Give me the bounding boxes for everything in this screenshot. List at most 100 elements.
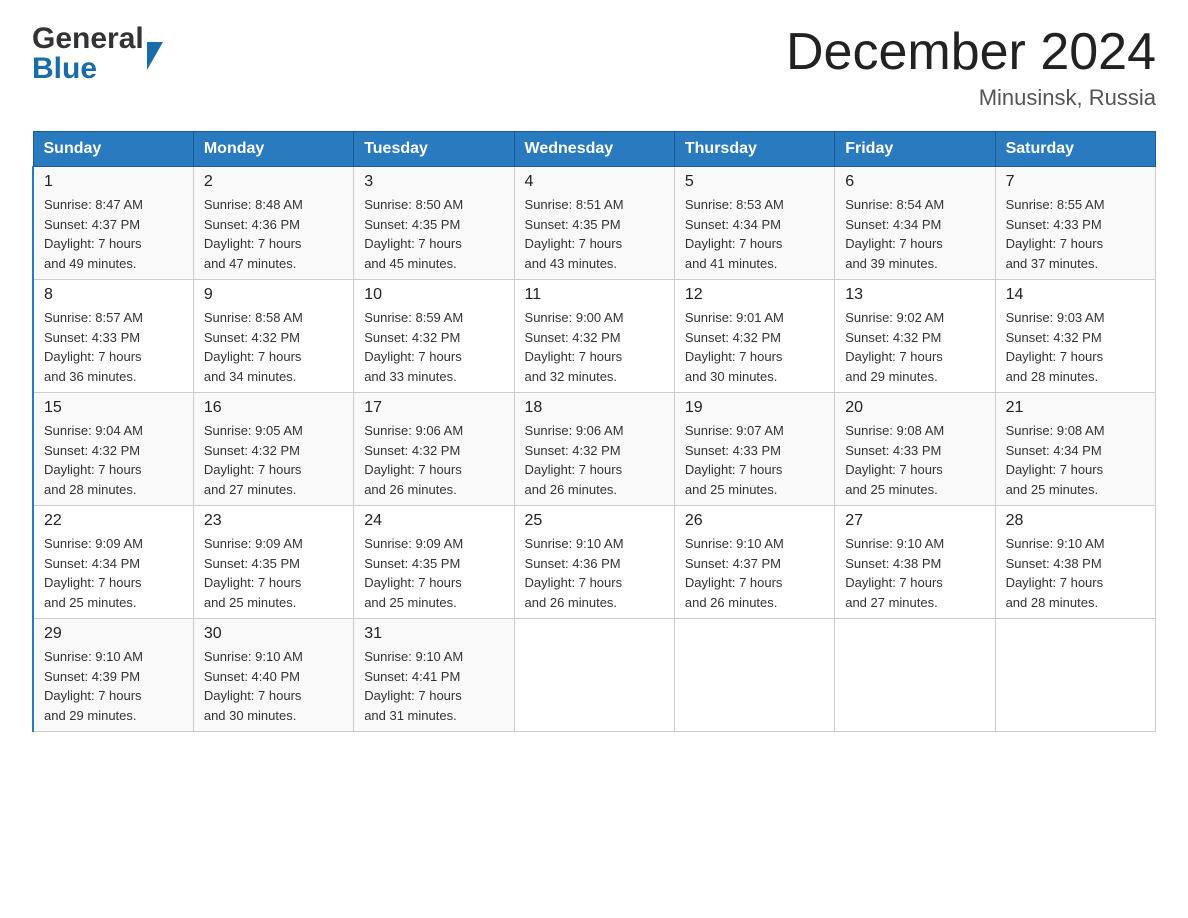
table-row: 31 Sunrise: 9:10 AM Sunset: 4:41 PM Dayli… (354, 619, 514, 732)
table-row: 19Sunrise: 9:07 AM Sunset: 4:33 PM Dayli… (674, 393, 834, 506)
day-info: Sunrise: 8:57 AM Sunset: 4:33 PM Dayligh… (44, 308, 183, 386)
col-monday: Monday (193, 132, 353, 167)
day-number: 24 (364, 512, 503, 530)
table-row: 10 Sunrise: 8:59 AM Sunset: 4:32 PM Dayli… (354, 280, 514, 393)
day-number: 14 (1006, 286, 1145, 304)
day-info: Sunrise: 9:05 AM Sunset: 4:32 PM Dayligh… (204, 421, 343, 499)
day-info: Sunrise: 9:03 AM Sunset: 4:32 PM Dayligh… (1006, 308, 1145, 386)
day-number: 5 (685, 173, 824, 191)
table-row: 21 Sunrise: 9:08 AM Sunset: 4:34 PM Dayli… (995, 393, 1155, 506)
table-row: 29 Sunrise: 9:10 AM Sunset: 4:39 PM Dayli… (33, 619, 193, 732)
month-title: December 2024 (786, 24, 1156, 81)
day-number: 11 (525, 286, 664, 304)
logo: General Blue (32, 24, 163, 84)
location-subtitle: Minusinsk, Russia (786, 85, 1156, 111)
day-number: 21 (1006, 399, 1145, 417)
day-number: 30 (204, 625, 343, 643)
day-info: Sunrise: 9:10 AM Sunset: 4:38 PM Dayligh… (845, 534, 984, 612)
table-row: 23 Sunrise: 9:09 AM Sunset: 4:35 PM Dayli… (193, 506, 353, 619)
logo-triangle-icon (144, 38, 163, 70)
day-number: 2 (204, 173, 343, 191)
day-number: 15 (44, 399, 183, 417)
day-info: Sunrise: 9:06 AM Sunset: 4:32 PM Dayligh… (525, 421, 664, 499)
table-row: 24 Sunrise: 9:09 AM Sunset: 4:35 PM Dayli… (354, 506, 514, 619)
day-info: Sunrise: 9:06 AM Sunset: 4:32 PM Dayligh… (364, 421, 503, 499)
day-number: 12 (685, 286, 824, 304)
day-number: 1 (44, 173, 183, 191)
table-row (835, 619, 995, 732)
table-row: 30 Sunrise: 9:10 AM Sunset: 4:40 PM Dayli… (193, 619, 353, 732)
day-info: Sunrise: 9:08 AM Sunset: 4:33 PM Dayligh… (845, 421, 984, 499)
day-number: 25 (525, 512, 664, 530)
table-row: 16 Sunrise: 9:05 AM Sunset: 4:32 PM Dayli… (193, 393, 353, 506)
logo-general: General (32, 24, 144, 54)
day-number: 23 (204, 512, 343, 530)
day-info: Sunrise: 9:09 AM Sunset: 4:35 PM Dayligh… (364, 534, 503, 612)
day-info: Sunrise: 9:10 AM Sunset: 4:38 PM Dayligh… (1006, 534, 1145, 612)
calendar-header: Sunday Monday Tuesday Wednesday Thursday… (33, 132, 1156, 167)
day-number: 29 (44, 625, 183, 643)
day-number: 20 (845, 399, 984, 417)
day-number: 4 (525, 173, 664, 191)
calendar-body: 1 Sunrise: 8:47 AM Sunset: 4:37 PM Daylig… (33, 167, 1156, 732)
day-number: 10 (364, 286, 503, 304)
col-friday: Friday (835, 132, 995, 167)
table-row: 3Sunrise: 8:50 AM Sunset: 4:35 PM Daylig… (354, 167, 514, 280)
table-row (674, 619, 834, 732)
logo-blue: Blue (32, 54, 144, 84)
day-info: Sunrise: 9:02 AM Sunset: 4:32 PM Dayligh… (845, 308, 984, 386)
day-number: 17 (364, 399, 503, 417)
day-info: Sunrise: 9:10 AM Sunset: 4:36 PM Dayligh… (525, 534, 664, 612)
table-row: 6Sunrise: 8:54 AM Sunset: 4:34 PM Daylig… (835, 167, 995, 280)
day-info: Sunrise: 9:10 AM Sunset: 4:39 PM Dayligh… (44, 647, 183, 725)
day-number: 16 (204, 399, 343, 417)
day-info: Sunrise: 9:09 AM Sunset: 4:34 PM Dayligh… (44, 534, 183, 612)
day-number: 13 (845, 286, 984, 304)
table-row (995, 619, 1155, 732)
table-row: 22 Sunrise: 9:09 AM Sunset: 4:34 PM Dayli… (33, 506, 193, 619)
day-info: Sunrise: 8:51 AM Sunset: 4:35 PM Dayligh… (525, 195, 664, 273)
table-row: 13 Sunrise: 9:02 AM Sunset: 4:32 PM Dayli… (835, 280, 995, 393)
col-wednesday: Wednesday (514, 132, 674, 167)
day-info: Sunrise: 8:50 AM Sunset: 4:35 PM Dayligh… (364, 195, 503, 273)
day-info: Sunrise: 9:10 AM Sunset: 4:41 PM Dayligh… (364, 647, 503, 725)
day-info: Sunrise: 9:04 AM Sunset: 4:32 PM Dayligh… (44, 421, 183, 499)
day-number: 19 (685, 399, 824, 417)
table-row: 9Sunrise: 8:58 AM Sunset: 4:32 PM Daylig… (193, 280, 353, 393)
day-info: Sunrise: 8:53 AM Sunset: 4:34 PM Dayligh… (685, 195, 824, 273)
calendar-week-row: 29 Sunrise: 9:10 AM Sunset: 4:39 PM Dayli… (33, 619, 1156, 732)
calendar-week-row: 1 Sunrise: 8:47 AM Sunset: 4:37 PM Daylig… (33, 167, 1156, 280)
day-number: 31 (364, 625, 503, 643)
col-tuesday: Tuesday (354, 132, 514, 167)
day-info: Sunrise: 9:10 AM Sunset: 4:40 PM Dayligh… (204, 647, 343, 725)
day-info: Sunrise: 8:59 AM Sunset: 4:32 PM Dayligh… (364, 308, 503, 386)
table-row (514, 619, 674, 732)
page-header: General Blue December 2024 Minusinsk, Ru… (32, 24, 1156, 111)
table-row: 15 Sunrise: 9:04 AM Sunset: 4:32 PM Dayli… (33, 393, 193, 506)
day-number: 28 (1006, 512, 1145, 530)
day-info: Sunrise: 8:55 AM Sunset: 4:33 PM Dayligh… (1006, 195, 1145, 273)
day-info: Sunrise: 9:10 AM Sunset: 4:37 PM Dayligh… (685, 534, 824, 612)
day-number: 8 (44, 286, 183, 304)
day-number: 27 (845, 512, 984, 530)
day-info: Sunrise: 8:47 AM Sunset: 4:37 PM Dayligh… (44, 195, 183, 273)
day-number: 22 (44, 512, 183, 530)
calendar-week-row: 8 Sunrise: 8:57 AM Sunset: 4:33 PM Daylig… (33, 280, 1156, 393)
day-info: Sunrise: 9:00 AM Sunset: 4:32 PM Dayligh… (525, 308, 664, 386)
table-row: 11 Sunrise: 9:00 AM Sunset: 4:32 PM Dayli… (514, 280, 674, 393)
table-row: 26 Sunrise: 9:10 AM Sunset: 4:37 PM Dayli… (674, 506, 834, 619)
day-info: Sunrise: 8:54 AM Sunset: 4:34 PM Dayligh… (845, 195, 984, 273)
table-row: 18Sunrise: 9:06 AM Sunset: 4:32 PM Dayli… (514, 393, 674, 506)
header-row: Sunday Monday Tuesday Wednesday Thursday… (33, 132, 1156, 167)
day-info: Sunrise: 9:08 AM Sunset: 4:34 PM Dayligh… (1006, 421, 1145, 499)
day-info: Sunrise: 9:09 AM Sunset: 4:35 PM Dayligh… (204, 534, 343, 612)
day-number: 26 (685, 512, 824, 530)
title-block: December 2024 Minusinsk, Russia (786, 24, 1156, 111)
day-info: Sunrise: 8:48 AM Sunset: 4:36 PM Dayligh… (204, 195, 343, 273)
table-row: 27 Sunrise: 9:10 AM Sunset: 4:38 PM Dayli… (835, 506, 995, 619)
table-row: 5 Sunrise: 8:53 AM Sunset: 4:34 PM Daylig… (674, 167, 834, 280)
table-row: 20 Sunrise: 9:08 AM Sunset: 4:33 PM Dayli… (835, 393, 995, 506)
table-row: 4 Sunrise: 8:51 AM Sunset: 4:35 PM Daylig… (514, 167, 674, 280)
table-row: 28 Sunrise: 9:10 AM Sunset: 4:38 PM Dayli… (995, 506, 1155, 619)
day-number: 7 (1006, 173, 1145, 191)
